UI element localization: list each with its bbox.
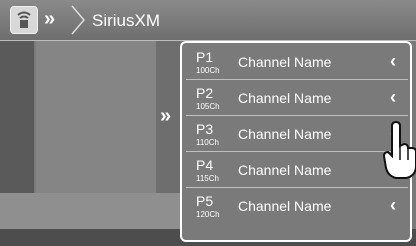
channel-name: Channel Name xyxy=(238,54,332,70)
channel-number: 110Ch xyxy=(196,138,219,147)
page-title: SiriusXM xyxy=(92,11,161,30)
hand-pointer-icon xyxy=(382,120,416,179)
channel-number: 100Ch xyxy=(196,66,220,75)
channel-name: Channel Name xyxy=(238,90,332,106)
chevron-left-icon[interactable]: ‹ xyxy=(390,87,396,108)
content-panel xyxy=(36,41,156,193)
header-bar: » SiriusXM xyxy=(0,0,416,41)
channel-name: Channel Name xyxy=(238,126,332,142)
preset-row-2[interactable]: P2 105Ch Channel Name ‹ xyxy=(186,83,408,116)
preset-row-5[interactable]: P5 120Ch Channel Name ‹ xyxy=(186,191,408,223)
channel-number: 115Ch xyxy=(196,174,219,183)
channel-name: Channel Name xyxy=(238,162,332,178)
channel-name: Channel Name xyxy=(238,198,332,214)
preset-number: P5 xyxy=(196,193,214,209)
preset-row-4[interactable]: P4 115Ch Channel Name ‹ xyxy=(186,155,408,188)
preset-number: P4 xyxy=(196,157,214,173)
preset-number: P1 xyxy=(196,49,214,65)
chevron-left-icon[interactable]: ‹ xyxy=(390,195,396,216)
breadcrumb-separator xyxy=(71,5,85,35)
channel-number: 120Ch xyxy=(196,210,220,219)
channel-number: 105Ch xyxy=(196,102,220,111)
double-chevron-left-icon[interactable]: » xyxy=(44,8,55,31)
preset-number: P2 xyxy=(196,85,214,101)
double-chevron-right-icon[interactable]: » xyxy=(160,105,171,128)
preset-number: P3 xyxy=(196,121,214,137)
bottom-panel xyxy=(0,193,180,229)
preset-row-3[interactable]: P3 110Ch Channel Name ‹ xyxy=(186,119,408,152)
left-panel xyxy=(0,41,34,193)
preset-row-1[interactable]: P1 100Ch Channel Name ‹ xyxy=(186,47,408,80)
chevron-left-icon[interactable]: ‹ xyxy=(390,51,396,72)
satellite-radio-icon[interactable] xyxy=(10,6,38,34)
